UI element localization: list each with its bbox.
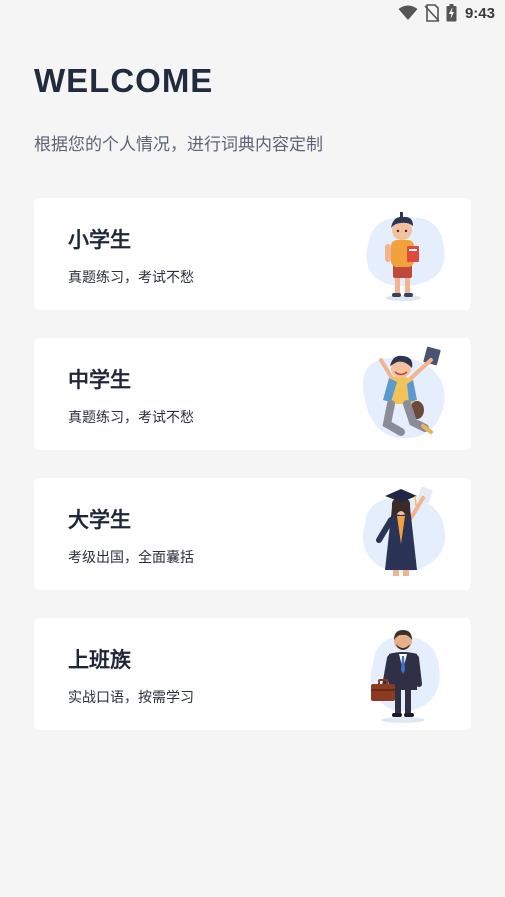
battery-charging-icon [446, 4, 457, 22]
option-title: 小学生 [68, 228, 131, 252]
page-subtitle: 根据您的个人情况，进行词典内容定制 [34, 135, 323, 155]
jumping-student-illustration [362, 346, 445, 439]
option-title: 上班族 [68, 648, 131, 672]
option-description: 实战口语，按需学习 [68, 690, 194, 706]
no-sim-icon [424, 4, 440, 22]
status-time: 9:43 [464, 4, 495, 22]
option-card-middle-school[interactable]: 中学生 真题练习，考试不愁 [34, 338, 471, 450]
option-card-office-worker[interactable]: 上班族 实战口语，按需学习 [34, 618, 471, 730]
option-description: 考级出国，全面囊括 [68, 550, 194, 566]
option-title: 中学生 [68, 368, 131, 392]
status-icons: 9:43 [398, 4, 495, 22]
option-card-university[interactable]: 大学生 考级出国，全面囊括 [34, 478, 471, 590]
schoolboy-illustration [366, 212, 445, 301]
status-bar: 9:43 [0, 0, 505, 28]
option-description: 真题练习，考试不愁 [68, 410, 194, 426]
option-description: 真题练习，考试不愁 [68, 270, 194, 286]
option-title: 大学生 [68, 508, 131, 532]
screen: 9:43 WELCOME 根据您的个人情况，进行词典内容定制 小学生 真题练习，… [0, 0, 505, 897]
graduate-illustration [362, 486, 446, 576]
page-title: WELCOME [34, 62, 214, 99]
option-card-primary-school[interactable]: 小学生 真题练习，考试不愁 [34, 198, 471, 310]
office-worker-illustration [370, 630, 440, 723]
wifi-icon [398, 5, 418, 20]
